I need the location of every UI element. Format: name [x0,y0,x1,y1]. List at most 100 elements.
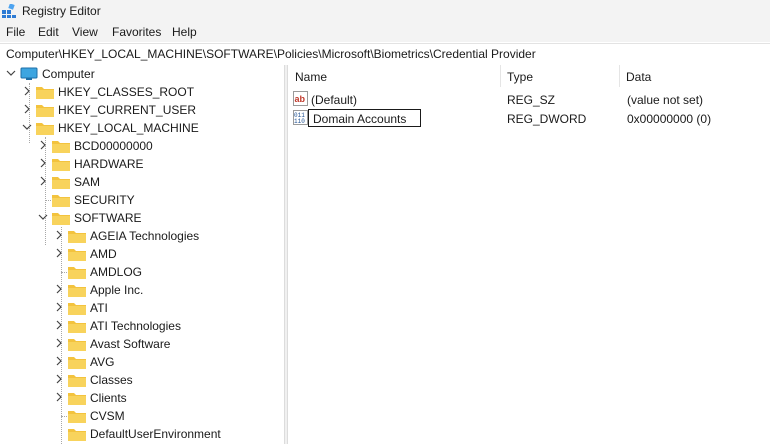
tree-node-cvsm[interactable]: CVSM [0,407,284,425]
rename-input[interactable]: Domain Accounts [308,109,421,127]
tree-label: HARDWARE [74,157,144,171]
tree-label: Computer [42,67,95,81]
chevron-right-icon[interactable] [54,392,64,402]
tree-node-sam[interactable]: SAM [0,173,284,191]
computer-icon [20,67,38,80]
tree-node-bcd00000000[interactable]: BCD00000000 [0,137,284,155]
chevron-right-icon[interactable] [38,176,48,186]
tree-label: HKEY_CLASSES_ROOT [58,85,195,99]
folder-icon [52,141,70,153]
chevron-right-icon[interactable] [54,374,64,384]
tree-node-hardware[interactable]: HARDWARE [0,155,284,173]
window-title: Registry Editor [22,4,101,18]
tree-node-software[interactable]: SOFTWARE [0,209,284,227]
value-type: REG_SZ [507,93,556,107]
folder-icon [52,195,70,207]
tree-label: Avast Software [90,337,171,351]
tree-label: SAM [74,175,101,189]
tree-node-avg[interactable]: AVG [0,353,284,371]
title-bar: Registry Editor [0,0,770,22]
tree-pane[interactable]: Computer HKEY_CLASSES_ROOT HKEY_CURRENT_… [0,65,284,444]
menu-help[interactable]: Help [172,25,197,39]
string-value-icon: ab [293,91,308,106]
tree-node-clients[interactable]: Clients [0,389,284,407]
tree-node-ati-technologies[interactable]: ATI Technologies [0,317,284,335]
tree-label: SECURITY [74,193,135,207]
tree-label: HKEY_CURRENT_USER [58,103,197,117]
folder-icon [68,231,86,243]
tree-node-computer[interactable]: Computer [0,65,284,83]
folder-icon [68,303,86,315]
folder-icon [52,177,70,189]
chevron-right-icon[interactable] [54,284,64,294]
address-path[interactable]: Computer\HKEY_LOCAL_MACHINE\SOFTWARE\Pol… [6,47,536,61]
folder-icon [68,339,86,351]
menu-bar: File Edit View Favorites Help [0,22,770,42]
values-list[interactable]: Name Type Data ab (Default) REG_SZ (valu… [288,65,770,444]
chevron-right-icon[interactable] [22,104,32,114]
tree-label: ATI [90,301,108,315]
chevron-right-icon[interactable] [54,338,64,348]
folder-icon [68,249,86,261]
address-bar[interactable]: Computer\HKEY_LOCAL_MACHINE\SOFTWARE\Pol… [0,43,770,66]
tree-label: HKEY_LOCAL_MACHINE [58,121,199,135]
value-data: (value not set) [627,93,704,107]
svg-text:ab: ab [295,94,306,104]
tree-label: ATI Technologies [90,319,181,333]
chevron-right-icon[interactable] [54,320,64,330]
tree-label: AMDLOG [90,265,143,279]
tree-label: Classes [90,373,133,387]
tree-node-amdlog[interactable]: AMDLOG [0,263,284,281]
menu-favorites[interactable]: Favorites [112,25,161,39]
column-label: Name [295,70,328,84]
tree-node-security[interactable]: SECURITY [0,191,284,209]
tree-node-hkey-current-user[interactable]: HKEY_CURRENT_USER [0,101,284,119]
tree-node-amd[interactable]: AMD [0,245,284,263]
chevron-right-icon[interactable] [54,230,64,240]
tree-node-apple-inc[interactable]: Apple Inc. [0,281,284,299]
chevron-down-icon[interactable] [38,212,48,222]
tree-node-avast-software[interactable]: Avast Software [0,335,284,353]
folder-icon [68,357,86,369]
tree-node-hkey-local-machine[interactable]: HKEY_LOCAL_MACHINE [0,119,284,137]
tree-node-ati[interactable]: ATI [0,299,284,317]
folder-icon [36,123,54,135]
chevron-down-icon[interactable] [6,68,16,78]
tree-label: Apple Inc. [90,283,144,297]
tree-node-classes[interactable]: Classes [0,371,284,389]
folder-icon [52,159,70,171]
menu-edit[interactable]: Edit [38,25,59,39]
column-header-type[interactable]: Type [500,65,619,87]
menu-view[interactable]: View [72,25,98,39]
chevron-right-icon[interactable] [22,86,32,96]
chevron-down-icon[interactable] [22,122,32,132]
tree-label: BCD00000000 [74,139,153,153]
tree-label: DefaultUserEnvironment [90,427,221,441]
chevron-right-icon[interactable] [54,356,64,366]
folder-icon [68,267,86,279]
chevron-right-icon[interactable] [38,140,48,150]
folder-icon [52,213,70,225]
binary-value-icon: 011 110 [293,110,308,125]
chevron-right-icon[interactable] [54,248,64,258]
tree-node-hkey-classes-root[interactable]: HKEY_CLASSES_ROOT [0,83,284,101]
folder-icon [36,105,54,117]
list-row[interactable]: ab (Default) REG_SZ (value not set) [288,90,770,109]
column-header-name[interactable]: Name [288,65,500,87]
column-header-data[interactable]: Data [619,65,770,87]
chevron-right-icon[interactable] [38,158,48,168]
value-name: (Default) [311,93,358,107]
chevron-right-icon[interactable] [54,302,64,312]
value-data: 0x00000000 (0) [627,112,712,126]
folder-icon [68,375,86,387]
folder-icon [68,321,86,333]
folder-icon [36,87,54,99]
tree-node-defaultuserenvironment[interactable]: DefaultUserEnvironment [0,425,284,443]
tree-node-ageia-technologies[interactable]: AGEIA Technologies [0,227,284,245]
folder-icon [68,429,86,441]
tree-label: AMD [90,247,117,261]
folder-icon [68,393,86,405]
menu-file[interactable]: File [6,25,25,39]
column-label: Data [626,70,652,84]
tree-label: Clients [90,391,127,405]
